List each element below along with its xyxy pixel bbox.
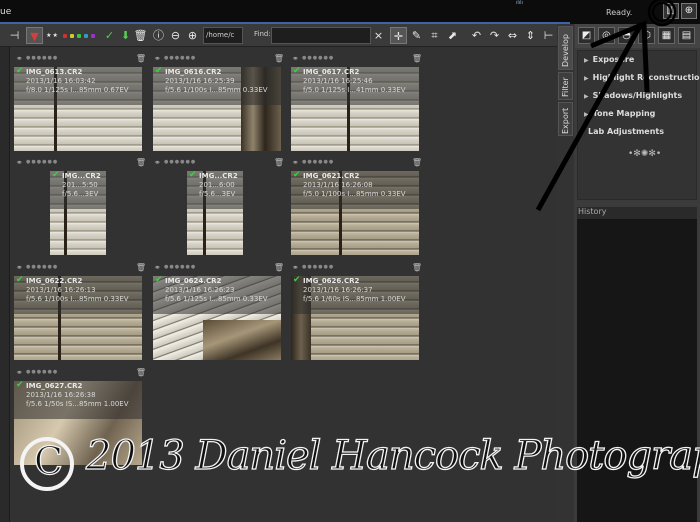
watermark-text: 2013 Daniel Hancock Photography — [85, 432, 700, 479]
copyright-symbol: C — [20, 437, 74, 491]
app-window: ue ılılı Ready. ▥ ⊕ ⊣ ▼ ★★ ✓ ⬇ 🗑 ⓘ ⊖ ⊕ /… — [0, 0, 700, 522]
